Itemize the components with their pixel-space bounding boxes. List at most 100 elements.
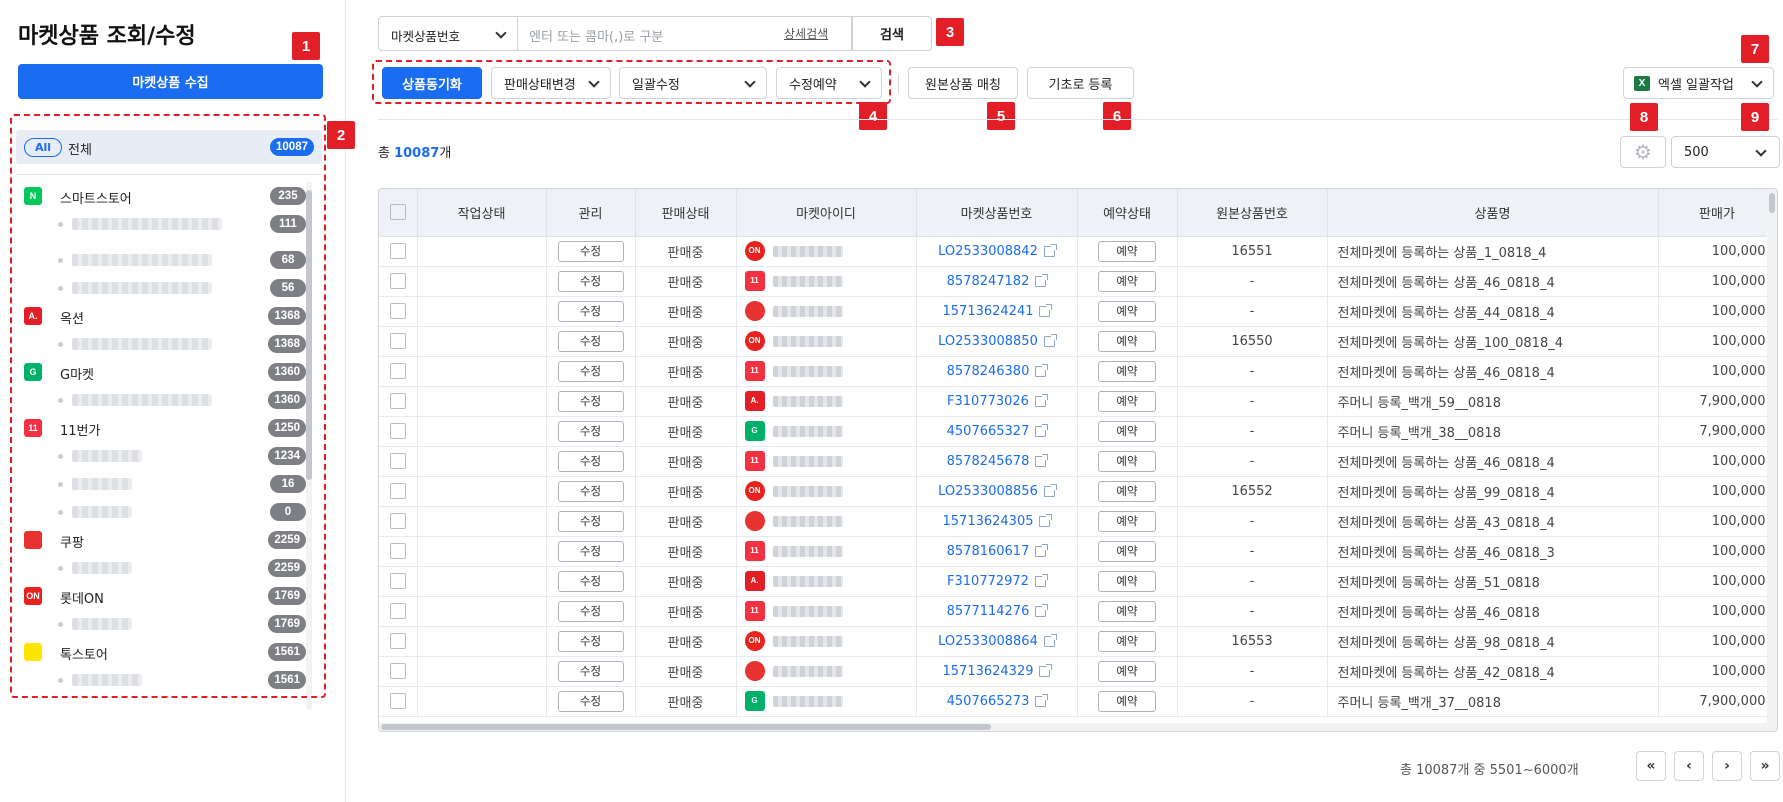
market-product-link[interactable]: 8578245678 [947, 454, 1030, 469]
external-link-icon[interactable] [1043, 333, 1057, 347]
market-product-link[interactable]: 8578160617 [947, 544, 1030, 559]
edit-button[interactable]: 수정 [557, 510, 624, 532]
market-product-number-cell[interactable]: LO2533008850 [916, 326, 1078, 357]
table-row[interactable]: 수정 판매중 15713624241 예약 - 전체마켓에 등록하는 상품_44_0818… [379, 296, 1777, 327]
first-page-button[interactable]: « [1636, 751, 1666, 781]
reserve-button[interactable]: 예약 [1098, 360, 1156, 382]
market-product-number-cell[interactable]: 8578247182 [916, 266, 1078, 297]
market-product-link[interactable]: LO2533008842 [938, 244, 1038, 259]
external-link-icon[interactable] [1035, 543, 1049, 557]
register-basic-button[interactable]: 기초로 등록 [1027, 67, 1134, 99]
table-row[interactable]: 수정 판매중 11 8578245678 예약 - 전체마켓에 등록하는 상품_46_081… [379, 446, 1777, 477]
search-button[interactable]: 검색 [852, 16, 932, 51]
market-product-number-cell[interactable]: 15713624305 [916, 506, 1078, 537]
row-checkbox[interactable] [379, 446, 418, 477]
external-link-icon[interactable] [1043, 633, 1057, 647]
table-row[interactable]: 수정 판매중 A. F310772972 예약 - 전체마켓에 등록하는 상품_51_081… [379, 566, 1777, 597]
table-row[interactable]: 수정 판매중 15713624329 예약 - 전체마켓에 등록하는 상품_42_0818… [379, 656, 1777, 687]
market-product-number-cell[interactable]: 8578160617 [916, 536, 1078, 567]
table-row[interactable]: 수정 판매중 A. F310773026 예약 - 주머니 등록_백개_59__0818 7,… [379, 386, 1777, 417]
market-product-link[interactable]: 15713624305 [943, 514, 1034, 529]
prev-page-button[interactable]: ‹ [1674, 751, 1704, 781]
reserve-button[interactable]: 예약 [1098, 270, 1156, 292]
market-product-link[interactable]: 15713624329 [943, 664, 1034, 679]
edit-button[interactable]: 수정 [557, 690, 624, 712]
market-product-number-cell[interactable]: LO2533008856 [916, 476, 1078, 507]
reserve-button[interactable]: 예약 [1098, 660, 1156, 682]
table-row[interactable]: 수정 판매중 15713624305 예약 - 전체마켓에 등록하는 상품_43_0818… [379, 506, 1777, 537]
reserve-button[interactable]: 예약 [1098, 330, 1156, 352]
reserve-button[interactable]: 예약 [1098, 480, 1156, 502]
market-product-number-cell[interactable]: 15713624329 [916, 656, 1078, 687]
reserve-button[interactable]: 예약 [1098, 540, 1156, 562]
edit-button[interactable]: 수정 [557, 480, 624, 502]
table-row[interactable]: 수정 판매중 ON LO2533008864 예약 16553 전체마켓에 등록하는 상품_… [379, 626, 1777, 657]
edit-button[interactable]: 수정 [557, 360, 624, 382]
edit-button[interactable]: 수정 [557, 570, 624, 592]
edit-button[interactable]: 수정 [557, 600, 624, 622]
row-checkbox[interactable] [379, 266, 418, 297]
row-checkbox[interactable] [379, 476, 418, 507]
market-product-number-cell[interactable]: 8578246380 [916, 356, 1078, 387]
match-original-button[interactable]: 원본상품 매칭 [908, 67, 1018, 99]
table-row[interactable]: 수정 판매중 G 4507665273 예약 - 주머니 등록_백개_37__0818 7,9… [379, 686, 1777, 717]
market-product-link[interactable]: 4507665273 [947, 694, 1030, 709]
reserve-button[interactable]: 예약 [1098, 630, 1156, 652]
row-checkbox[interactable] [379, 536, 418, 567]
reserve-button[interactable]: 예약 [1098, 450, 1156, 472]
market-product-link[interactable]: LO2533008856 [938, 484, 1038, 499]
market-product-number-cell[interactable]: 8578245678 [916, 446, 1078, 477]
edit-button[interactable]: 수정 [557, 420, 624, 442]
external-link-icon[interactable] [1039, 663, 1053, 677]
external-link-icon[interactable] [1034, 393, 1048, 407]
table-row[interactable]: 수정 판매중 ON LO2533008856 예약 16552 전체마켓에 등록하는 상품_… [379, 476, 1777, 507]
reserve-button[interactable]: 예약 [1098, 570, 1156, 592]
market-product-number-cell[interactable]: 4507665273 [916, 686, 1078, 717]
collect-market-products-button[interactable]: 마켓상품 수집 [18, 64, 323, 99]
external-link-icon[interactable] [1035, 453, 1049, 467]
market-product-link[interactable]: F310773026 [947, 394, 1029, 409]
row-checkbox[interactable] [379, 296, 418, 327]
reserve-button[interactable]: 예약 [1098, 390, 1156, 412]
select-all-checkbox[interactable] [379, 189, 418, 237]
external-link-icon[interactable] [1035, 693, 1049, 707]
row-checkbox[interactable] [379, 626, 418, 657]
market-product-number-cell[interactable]: F310772972 [916, 566, 1078, 597]
search-field-select[interactable]: 마켓상품번호 [378, 16, 518, 51]
market-product-link[interactable]: 4507665327 [947, 424, 1030, 439]
external-link-icon[interactable] [1035, 363, 1049, 377]
market-product-link[interactable]: 15713624241 [943, 304, 1034, 319]
market-product-number-cell[interactable]: 4507665327 [916, 416, 1078, 447]
reserve-button[interactable]: 예약 [1098, 300, 1156, 322]
table-horizontal-scrollbar[interactable] [379, 723, 1777, 731]
edit-button[interactable]: 수정 [557, 240, 624, 262]
edit-button[interactable]: 수정 [557, 300, 624, 322]
table-row[interactable]: 수정 판매중 G 4507665327 예약 - 주머니 등록_백개_38__0818 7,9… [379, 416, 1777, 447]
edit-button[interactable]: 수정 [557, 390, 624, 412]
excel-bulk-dropdown[interactable]: X 엑셀 일괄작업 [1623, 67, 1774, 99]
detail-search-link[interactable]: 상세검색 [784, 25, 828, 42]
column-settings-button[interactable]: ⚙ [1620, 136, 1666, 168]
row-checkbox[interactable] [379, 386, 418, 417]
reserve-button[interactable]: 예약 [1098, 510, 1156, 532]
edit-button[interactable]: 수정 [557, 540, 624, 562]
row-checkbox[interactable] [379, 596, 418, 627]
reserve-button[interactable]: 예약 [1098, 420, 1156, 442]
edit-button[interactable]: 수정 [557, 450, 624, 472]
external-link-icon[interactable] [1035, 603, 1049, 617]
row-checkbox[interactable] [379, 356, 418, 387]
row-checkbox[interactable] [379, 656, 418, 687]
market-product-number-cell[interactable]: 15713624241 [916, 296, 1078, 327]
market-product-link[interactable]: 8578247182 [947, 274, 1030, 289]
reserve-button[interactable]: 예약 [1098, 690, 1156, 712]
page-size-select[interactable]: 500 [1671, 136, 1780, 168]
external-link-icon[interactable] [1035, 423, 1049, 437]
table-row[interactable]: 수정 판매중 11 8578246380 예약 - 전체마켓에 등록하는 상품_46_081… [379, 356, 1777, 387]
row-checkbox[interactable] [379, 326, 418, 357]
market-product-number-cell[interactable]: F310773026 [916, 386, 1078, 417]
external-link-icon[interactable] [1043, 243, 1057, 257]
row-checkbox[interactable] [379, 506, 418, 537]
reserve-button[interactable]: 예약 [1098, 600, 1156, 622]
edit-button[interactable]: 수정 [557, 270, 624, 292]
market-product-number-cell[interactable]: LO2533008842 [916, 236, 1078, 267]
